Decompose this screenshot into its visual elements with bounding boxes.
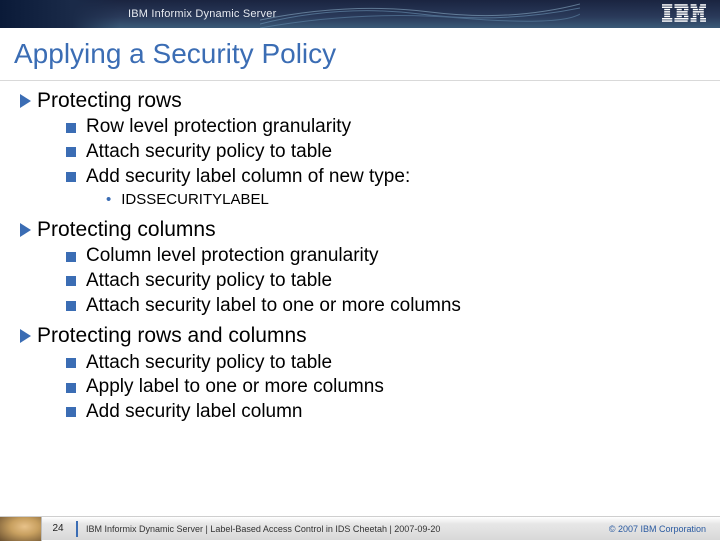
section-heading-text: Protecting columns xyxy=(37,216,216,244)
item-text: Add security label column xyxy=(86,400,303,425)
footer-copyright: © 2007 IBM Corporation xyxy=(609,524,720,534)
item-text: Attach security label to one or more col… xyxy=(86,294,461,319)
list-item: Apply label to one or more columns xyxy=(66,375,720,400)
item-text: Attach security policy to table xyxy=(86,140,332,165)
subitem-text: IDSSECURITYLABEL xyxy=(121,191,269,208)
triangle-bullet-icon xyxy=(20,94,31,108)
section-heading: Protecting rows xyxy=(20,87,720,115)
item-text: Attach security policy to table xyxy=(86,351,332,376)
list-item: Column level protection granularity xyxy=(66,244,720,269)
square-bullet-icon xyxy=(66,407,76,417)
section-protecting-columns: Protecting columns Column level protecti… xyxy=(20,216,720,318)
section-items: Column level protection granularity Atta… xyxy=(20,244,720,318)
item-text: Apply label to one or more columns xyxy=(86,375,384,400)
product-name: IBM Informix Dynamic Server xyxy=(128,8,276,20)
item-text: Attach security policy to table xyxy=(86,269,332,294)
square-bullet-icon xyxy=(66,383,76,393)
slide-footer: 24 IBM Informix Dynamic Server | Label-B… xyxy=(0,516,720,540)
slide-content: Protecting rows Row level protection gra… xyxy=(0,81,720,425)
square-bullet-icon xyxy=(66,301,76,311)
list-item: Attach security policy to table xyxy=(66,140,720,165)
list-item: Add security label column xyxy=(66,400,720,425)
item-text: Column level protection granularity xyxy=(86,244,379,269)
square-bullet-icon xyxy=(66,172,76,182)
section-subitems: IDSSECURITYLABEL xyxy=(66,189,720,212)
section-heading-text: Protecting rows and columns xyxy=(37,322,307,350)
item-text: Row level protection granularity xyxy=(86,115,351,140)
square-bullet-icon xyxy=(66,147,76,157)
footer-thumbnail-icon xyxy=(0,517,42,541)
title-region: Applying a Security Policy xyxy=(0,28,720,81)
triangle-bullet-icon xyxy=(20,329,31,343)
section-heading: Protecting rows and columns xyxy=(20,322,720,350)
list-item: Add security label column of new type: xyxy=(66,165,720,190)
ibm-logo-icon xyxy=(662,4,706,22)
header-accent xyxy=(0,0,120,28)
list-item: Attach security policy to table xyxy=(66,269,720,294)
square-bullet-icon xyxy=(66,252,76,262)
section-heading: Protecting columns xyxy=(20,216,720,244)
section-protecting-rows: Protecting rows Row level protection gra… xyxy=(20,87,720,212)
square-bullet-icon xyxy=(66,358,76,368)
slide-header: IBM Informix Dynamic Server xyxy=(0,0,720,28)
footer-text: IBM Informix Dynamic Server | Label-Base… xyxy=(86,524,609,534)
list-item: Attach security policy to table xyxy=(66,351,720,376)
sub-list-item: IDSSECURITYLABEL xyxy=(106,189,720,212)
square-bullet-icon xyxy=(66,123,76,133)
section-protecting-rows-and-columns: Protecting rows and columns Attach secur… xyxy=(20,322,720,424)
section-heading-text: Protecting rows xyxy=(37,87,182,115)
section-items: Attach security policy to table Apply la… xyxy=(20,351,720,425)
item-text: Add security label column of new type: xyxy=(86,165,410,190)
square-bullet-icon xyxy=(66,276,76,286)
list-item: Row level protection granularity xyxy=(66,115,720,140)
section-items: Row level protection granularity Attach … xyxy=(20,115,720,212)
list-item: Attach security label to one or more col… xyxy=(66,294,720,319)
footer-divider xyxy=(76,521,78,537)
slide-title: Applying a Security Policy xyxy=(14,38,720,70)
triangle-bullet-icon xyxy=(20,223,31,237)
header-swoosh-graphic xyxy=(260,0,580,28)
page-number: 24 xyxy=(46,523,70,534)
